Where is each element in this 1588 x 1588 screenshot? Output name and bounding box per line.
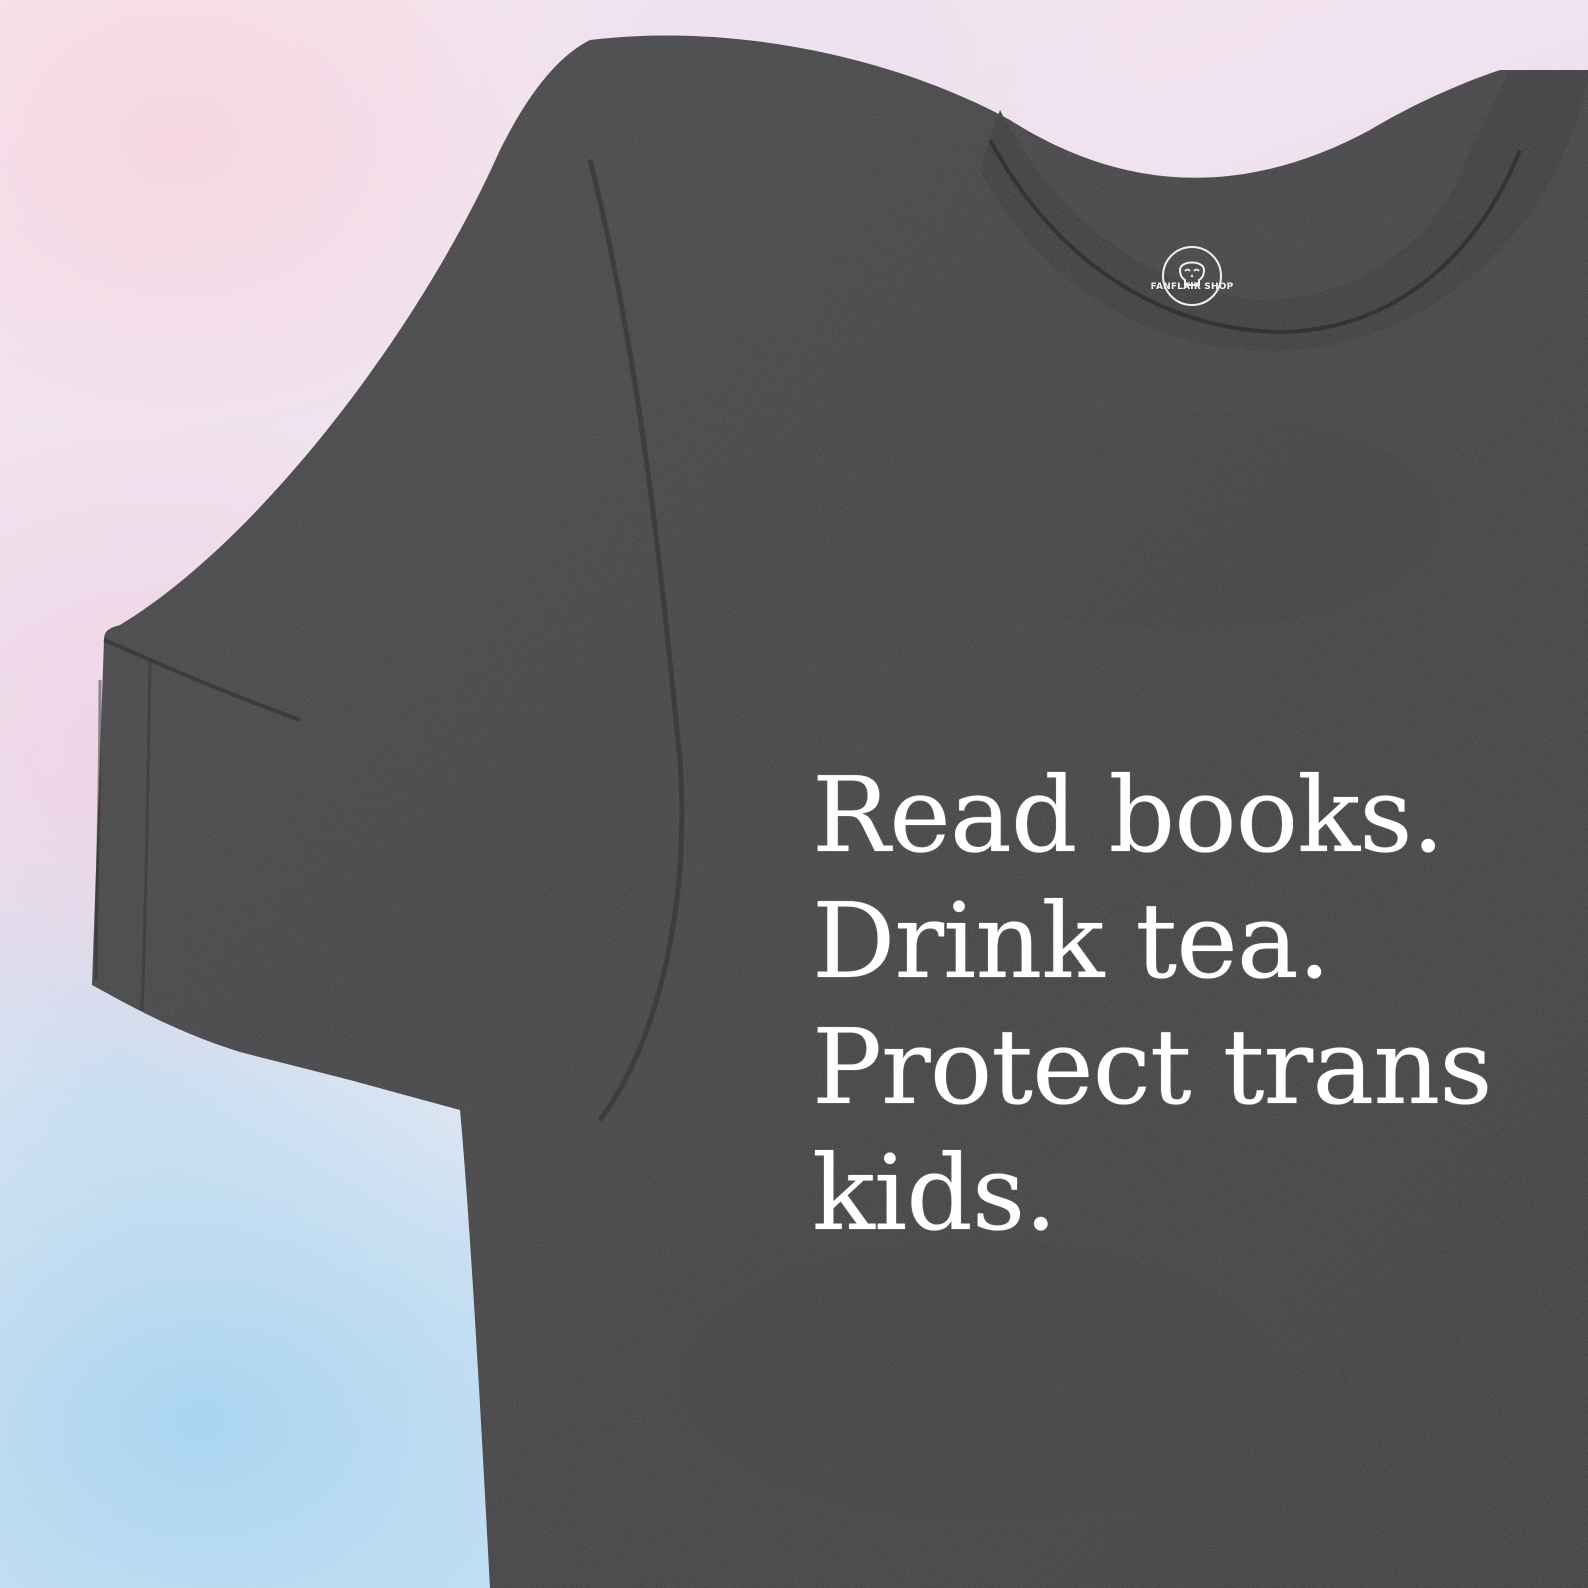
skull-icon: [1162, 246, 1222, 306]
shirt-slogan: Read books. Drink tea. Protect trans kid…: [812, 752, 1572, 1256]
slogan-line-3: Protect trans: [812, 1006, 1493, 1128]
product-photo: FANFLAIR SHOP Read books. Drink tea. Pro…: [0, 0, 1588, 1588]
slogan-line-2: Drink tea.: [812, 880, 1331, 1002]
slogan-line-4: kids.: [812, 1132, 1057, 1254]
neck-label: FANFLAIR SHOP: [1136, 244, 1256, 316]
brand-name: FANFLAIR SHOP: [1150, 282, 1234, 292]
slogan-line-1: Read books.: [812, 754, 1445, 876]
